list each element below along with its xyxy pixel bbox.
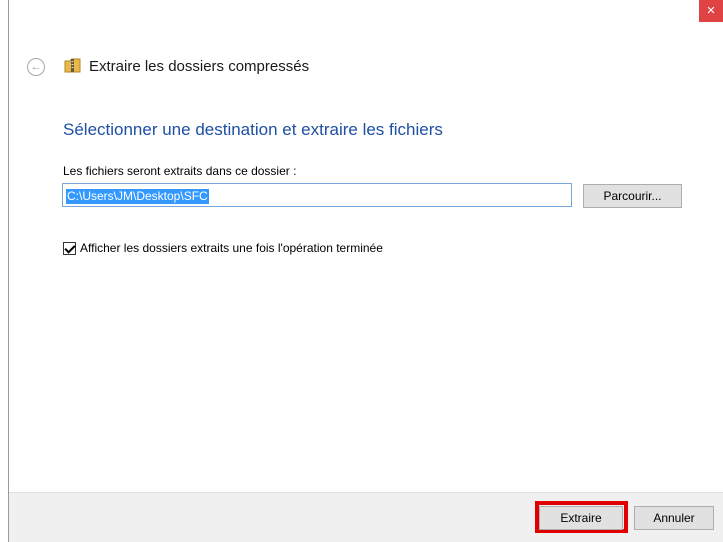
destination-input-value[interactable]: C:\Users\JM\Desktop\SFC: [66, 189, 209, 204]
back-button[interactable]: ←: [27, 58, 45, 76]
destination-label: Les fichiers seront extraits dans ce dos…: [63, 164, 297, 178]
destination-input[interactable]: C:\Users\JM\Desktop\SFC: [62, 183, 572, 207]
page-heading: Sélectionner une destination et extraire…: [63, 120, 443, 139]
browse-button[interactable]: Parcourir...: [583, 184, 682, 208]
back-arrow-icon[interactable]: ←: [31, 61, 42, 73]
dialog-header: ← Extraire les dossiers compressés: [9, 52, 723, 84]
dialog-title: Extraire les dossiers compressés: [89, 58, 310, 75]
close-icon[interactable]: ×: [707, 2, 716, 19]
zip-folder-icon: [64, 58, 81, 73]
show-folders-option[interactable]: Afficher les dossiers extraits une fois …: [63, 241, 383, 255]
extract-button[interactable]: Extraire: [539, 506, 623, 530]
show-folders-checkbox[interactable]: [63, 241, 76, 255]
extract-dialog: × ← Extraire les dossiers compressés Sél…: [8, 0, 723, 542]
dialog-footer: Extraire Annuler: [9, 492, 723, 542]
show-folders-label[interactable]: Afficher les dossiers extraits une fois …: [80, 241, 383, 255]
cancel-button[interactable]: Annuler: [634, 506, 714, 530]
close-button[interactable]: ×: [699, 0, 723, 22]
